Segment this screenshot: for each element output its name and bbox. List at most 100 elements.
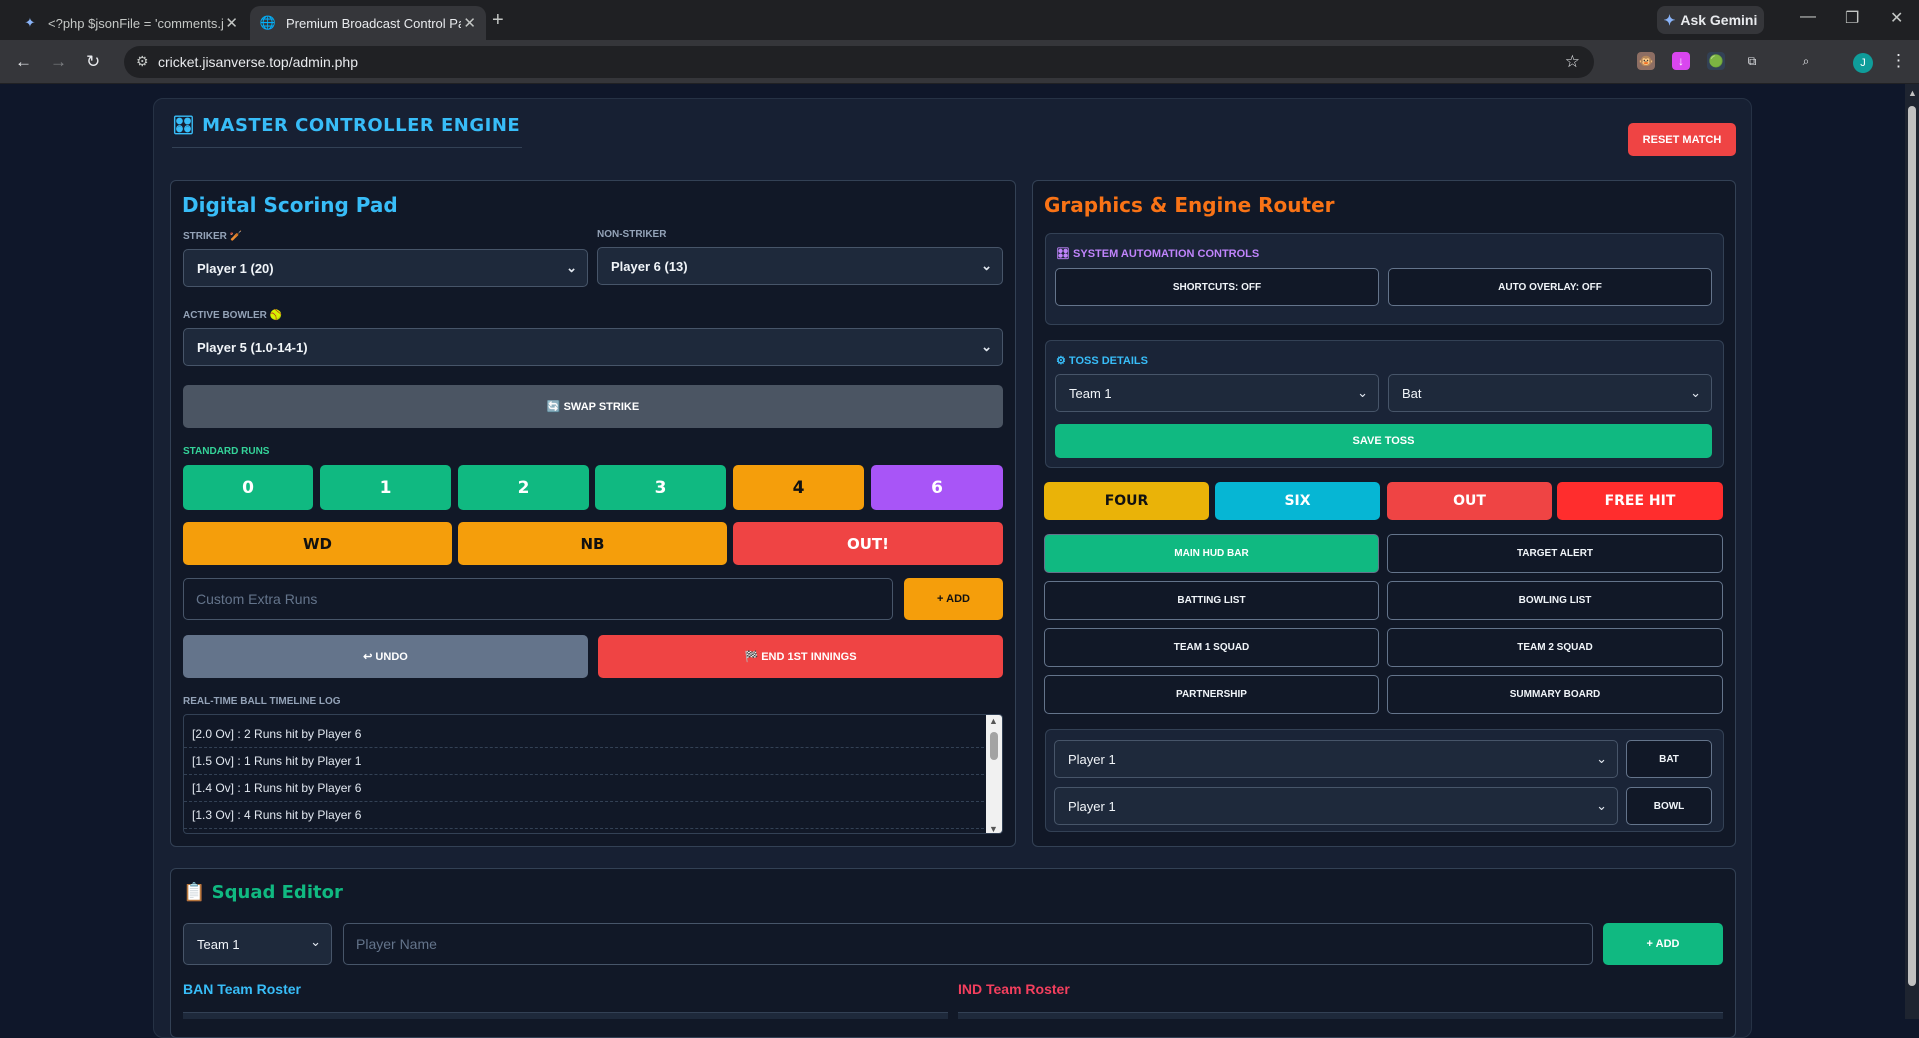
list-item: [1.5 Ov] : 1 Runs hit by Player 1	[184, 748, 984, 775]
chevron-down-icon: ⌄	[310, 934, 321, 949]
scroll-up-icon[interactable]: ▲	[1908, 88, 1917, 98]
avatar[interactable]: J	[1853, 53, 1873, 73]
player-name-input[interactable]: Player Name	[343, 923, 1593, 965]
team-1-squad-button[interactable]: TEAM 1 SQUAD	[1044, 628, 1379, 667]
run-2-button[interactable]: 2	[458, 465, 589, 510]
reset-match-button[interactable]: RESET MATCH	[1628, 123, 1736, 156]
target-alert-button[interactable]: TARGET ALERT	[1387, 534, 1723, 573]
nonstriker-value: Player 6 (13)	[611, 258, 688, 274]
run-4-button[interactable]: 4	[733, 465, 864, 510]
bowling-list-button[interactable]: BOWLING LIST	[1387, 581, 1723, 620]
run-3-button[interactable]: 3	[595, 465, 726, 510]
no-ball-button[interactable]: NB	[458, 522, 727, 565]
bowler-select[interactable]: Player 5 (1.0-14-1) ⌄	[183, 328, 1003, 366]
browser-toolbar: ← → ↻ ⚙ cricket.jisanverse.top/admin.php…	[0, 40, 1919, 84]
chevron-down-icon: ⌄	[1690, 385, 1701, 400]
automation-title: 🎛 SYSTEM AUTOMATION CONTROLS	[1056, 247, 1259, 260]
timeline-log[interactable]: [2.0 Ov] : 2 Runs hit by Player 6 [1.5 O…	[183, 714, 1003, 834]
ind-roster-title: IND Team Roster	[958, 981, 1070, 997]
end-innings-button[interactable]: 🏁 END 1ST INNINGS	[598, 635, 1003, 678]
run-1-button[interactable]: 1	[320, 465, 451, 510]
bowl-profile-button[interactable]: BOWL	[1626, 787, 1712, 825]
shortcuts-toggle[interactable]: SHORTCUTS: OFF	[1055, 268, 1379, 306]
chevron-down-icon: ⌄	[981, 258, 992, 273]
download-extension-icon[interactable]: ↓	[1672, 52, 1690, 70]
minimize-icon[interactable]: —	[1800, 8, 1816, 26]
gemini-label: Ask Gemini	[1680, 12, 1758, 28]
screen-search-icon[interactable]: ⌕	[1797, 52, 1815, 70]
out-trigger-button[interactable]: OUT	[1387, 482, 1552, 520]
toss-title: ⚙ TOSS DETAILS	[1056, 354, 1148, 367]
toss-team-select[interactable]: Team 1 ⌄	[1055, 374, 1379, 412]
wide-button[interactable]: WD	[183, 522, 452, 565]
add-player-button[interactable]: + ADD	[1603, 923, 1723, 965]
browser-tab-broadcast[interactable]: 🌐 Premium Broadcast Control Pan ✕	[250, 6, 486, 40]
bat-profile-button[interactable]: BAT	[1626, 740, 1712, 778]
browser-tab-strip: ✦ <?php $jsonFile = 'comments.js ✕ 🌐 Pre…	[0, 0, 1919, 40]
batting-list-button[interactable]: BATTING LIST	[1044, 581, 1379, 620]
scroll-thumb[interactable]	[990, 732, 998, 760]
bat-player-select[interactable]: Player 1 ⌄	[1054, 740, 1618, 778]
grid-icon: 🎛	[1056, 248, 1074, 260]
page-scrollbar[interactable]: ▲	[1905, 84, 1919, 1019]
partnership-button[interactable]: PARTNERSHIP	[1044, 675, 1379, 714]
log-scrollbar[interactable]: ▲ ▼	[986, 715, 1002, 833]
toss-choice-select[interactable]: Bat ⌄	[1388, 374, 1712, 412]
striker-select[interactable]: Player 1 (20) ⌄	[183, 249, 588, 287]
free-hit-trigger-button[interactable]: FREE HIT	[1557, 482, 1723, 520]
browser-tab-comments[interactable]: ✦ <?php $jsonFile = 'comments.js ✕	[12, 6, 248, 40]
nonstriker-select[interactable]: Player 6 (13) ⌄	[597, 247, 1003, 285]
tab-title: <?php $jsonFile = 'comments.js	[48, 15, 223, 31]
restore-icon[interactable]: ❐	[1845, 8, 1859, 28]
puzzle-extensions-icon[interactable]: ⧉	[1743, 52, 1761, 70]
undo-button[interactable]: ↩ UNDO	[183, 635, 588, 678]
close-icon[interactable]: ✕	[463, 14, 476, 32]
auto-overlay-toggle[interactable]: AUTO OVERLAY: OFF	[1388, 268, 1712, 306]
site-info-icon[interactable]: ⚙	[136, 53, 149, 70]
run-6-button[interactable]: 6	[871, 465, 1003, 510]
extension-icon[interactable]: 🐵	[1637, 52, 1655, 70]
four-trigger-button[interactable]: FOUR	[1044, 482, 1209, 520]
ask-gemini-button[interactable]: ✦ Ask Gemini	[1657, 6, 1764, 34]
reload-icon[interactable]: ↻	[86, 52, 100, 72]
team-2-squad-button[interactable]: TEAM 2 SQUAD	[1387, 628, 1723, 667]
new-tab-icon[interactable]: +	[492, 9, 504, 32]
swap-strike-button[interactable]: 🔄 SWAP STRIKE	[183, 385, 1003, 428]
address-bar[interactable]: ⚙ cricket.jisanverse.top/admin.php ☆	[124, 46, 1594, 78]
chevron-down-icon: ⌄	[1596, 798, 1607, 813]
page-title: 🎛 MASTER CONTROLLER ENGINE	[172, 115, 520, 136]
six-trigger-button[interactable]: SIX	[1215, 482, 1380, 520]
timeline-log-label: REAL-TIME BALL TIMELINE LOG	[183, 696, 341, 707]
grid-icon: 🎛	[172, 115, 203, 136]
out-button[interactable]: OUT!	[733, 522, 1003, 565]
bowl-player-value: Player 1	[1068, 798, 1116, 814]
scroll-thumb[interactable]	[1908, 106, 1916, 986]
scroll-down-icon[interactable]: ▼	[989, 824, 998, 833]
back-icon[interactable]: ←	[15, 52, 32, 72]
bowl-player-select[interactable]: Player 1 ⌄	[1054, 787, 1618, 825]
bookmark-star-icon[interactable]: ☆	[1565, 52, 1580, 72]
custom-extra-runs-input[interactable]: Custom Extra Runs	[183, 578, 893, 620]
toss-choice-value: Bat	[1402, 385, 1422, 401]
chevron-down-icon: ⌄	[981, 339, 992, 354]
standard-runs-label: STANDARD RUNS	[183, 446, 270, 457]
tab-title: Premium Broadcast Control Pan	[286, 15, 461, 31]
list-item: [1.3 Ov] : 4 Runs hit by Player 6	[184, 802, 984, 829]
ban-roster-list	[183, 1012, 948, 1019]
main-hud-bar-button[interactable]: MAIN HUD BAR	[1044, 534, 1379, 573]
extension-icon[interactable]: 🟢	[1707, 52, 1725, 70]
add-extra-runs-button[interactable]: + ADD	[904, 578, 1003, 620]
striker-label: STRIKER 🏏	[183, 231, 243, 242]
forward-icon[interactable]: →	[50, 52, 67, 72]
summary-board-button[interactable]: SUMMARY BOARD	[1387, 675, 1723, 714]
close-icon[interactable]: ✕	[225, 14, 238, 32]
squad-team-select[interactable]: Team 1 ⌄	[183, 923, 332, 965]
striker-value: Player 1 (20)	[197, 260, 274, 276]
run-0-button[interactable]: 0	[183, 465, 313, 510]
gemini-sparkle-icon: ✦	[24, 15, 36, 30]
scroll-up-icon[interactable]: ▲	[989, 716, 998, 726]
save-toss-button[interactable]: SAVE TOSS	[1055, 424, 1712, 458]
bat-player-value: Player 1	[1068, 751, 1116, 767]
menu-icon[interactable]: ⋮	[1890, 51, 1907, 71]
close-window-icon[interactable]: ✕	[1890, 8, 1903, 28]
